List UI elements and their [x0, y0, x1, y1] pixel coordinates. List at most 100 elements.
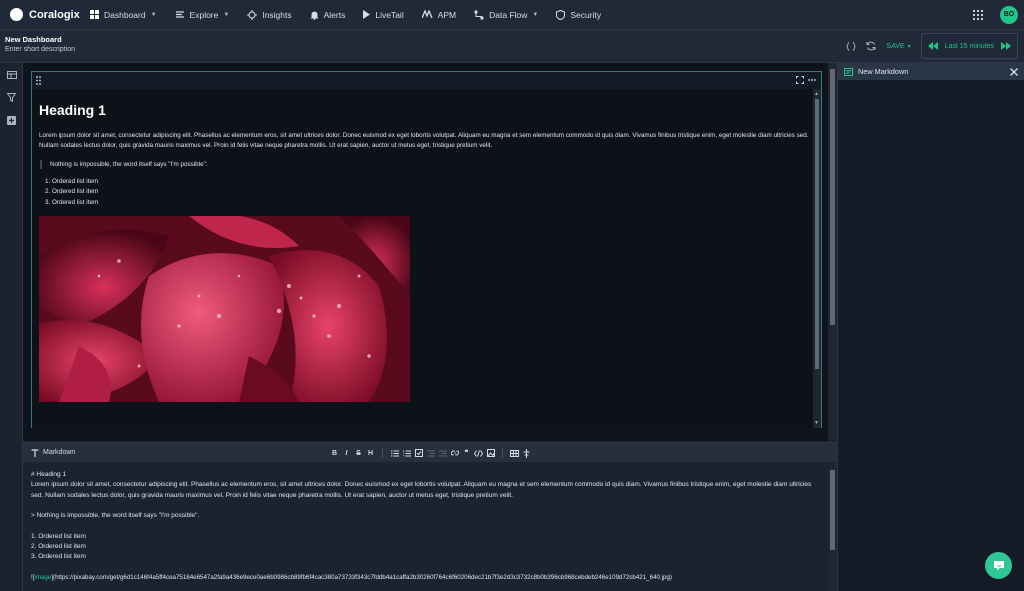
widget-scroll-thumb[interactable] — [815, 99, 819, 369]
nav-insights-label: Insights — [262, 9, 292, 20]
time-range-label: Last 15 minutes — [944, 42, 994, 50]
editor-scroll-thumb[interactable] — [830, 470, 835, 550]
nav-apm-label: APM — [437, 9, 457, 20]
italic-icon[interactable]: I — [342, 447, 351, 459]
checklist-icon[interactable] — [414, 447, 423, 459]
nav-dashboard[interactable]: Dashboard ▼ — [88, 0, 166, 30]
dashboard-title[interactable]: New Dashboard — [5, 35, 62, 44]
nav-insights[interactable]: Insights — [238, 0, 300, 30]
widget-scrollbar[interactable]: ▲ ▼ — [813, 89, 821, 428]
user-avatar[interactable]: BO — [1000, 5, 1018, 24]
editor-line-image: ![image](https://pixabay.com/get/g6d1c14… — [31, 573, 672, 581]
nav-alerts[interactable]: Alerts — [301, 0, 355, 30]
top-navigation: Coralogix Dashboard ▼ Explore ▼ Insights… — [0, 0, 1024, 30]
nav-livetail[interactable]: LiveTail — [354, 0, 412, 30]
nav-explore-label: Explore — [189, 9, 219, 20]
grid-icon — [90, 10, 99, 19]
toolbar-divider — [382, 448, 383, 458]
preview-paragraph: Lorem ipsum dolor sit amet, consectetur … — [39, 132, 809, 149]
time-range-picker[interactable]: Last 15 minutes — [920, 33, 1018, 59]
nav-dataflow-label: Data Flow — [489, 9, 528, 20]
dataflow-icon — [474, 9, 484, 20]
editor-line-quote: > Nothing is impossible, the word itself… — [31, 512, 200, 520]
list-item: 1. Ordered list item — [45, 177, 99, 185]
list-item: 3. Ordered list item — [45, 198, 99, 206]
code-braces-icon[interactable] — [846, 41, 857, 51]
dashboard-header: New Dashboard Enter short description SA… — [0, 30, 1024, 63]
brand-name: Coralogix — [29, 8, 80, 21]
add-widget-icon[interactable] — [0, 109, 23, 132]
chat-support-button[interactable] — [985, 552, 1012, 579]
save-button-label: SAVE — [886, 42, 905, 50]
editor-toolbar: Markdown B I S H ❞ — [23, 442, 837, 462]
drag-handle-icon[interactable] — [36, 76, 41, 85]
numbered-list-icon[interactable] — [402, 447, 411, 459]
dashboard-canvas: Heading 1 Lorem ipsum dolor sit amet, co… — [23, 63, 828, 441]
editor-scrollbar[interactable] — [828, 462, 837, 591]
image-url: ](https://pixabay.com/get/g6d1c146f4a5ff… — [51, 573, 672, 581]
play-icon — [363, 10, 371, 19]
image-insert-icon[interactable] — [486, 447, 495, 459]
close-icon[interactable] — [1010, 67, 1018, 76]
save-button[interactable]: SAVE ▾ — [886, 43, 910, 50]
widgets-icon[interactable] — [0, 63, 23, 86]
toolbar-divider — [502, 448, 503, 458]
nav-security-label: Security — [570, 9, 602, 20]
apm-icon — [421, 10, 433, 19]
markdown-widget-icon — [844, 67, 853, 76]
preview-rose-image — [39, 216, 410, 403]
scroll-down-icon[interactable]: ▼ — [814, 420, 819, 426]
table-icon[interactable] — [510, 447, 519, 459]
chat-icon — [993, 560, 1005, 571]
scroll-up-icon[interactable]: ▲ — [814, 91, 819, 97]
chevron-down-icon: ▼ — [223, 11, 230, 18]
editor-line-paragraph: Lorem ipsum dolor sit amet, consectetur … — [31, 481, 814, 499]
indent-icon[interactable] — [438, 447, 447, 459]
panel-header: New Markdown — [838, 63, 1024, 80]
apps-grid-icon[interactable] — [972, 9, 984, 21]
editor-line-list-1: 1. Ordered list item — [31, 532, 86, 540]
strikethrough-icon[interactable]: S — [354, 447, 363, 459]
dashboard-description[interactable]: Enter short description — [5, 46, 75, 53]
code-icon[interactable] — [474, 447, 483, 459]
panel-title[interactable]: New Markdown — [858, 67, 908, 76]
brand[interactable]: Coralogix — [0, 8, 88, 21]
refresh-icon[interactable] — [866, 41, 876, 51]
nav-apm[interactable]: APM — [413, 0, 465, 30]
editor-label: Markdown — [23, 448, 75, 457]
editor-line-list-2: 2. Ordered list item — [31, 543, 86, 551]
filter-icon[interactable] — [0, 86, 23, 109]
markdown-widget[interactable]: Heading 1 Lorem ipsum dolor sit amet, co… — [31, 71, 822, 428]
markdown-editor[interactable]: # Heading 1 Lorem ipsum dolor sit amet, … — [23, 462, 828, 591]
chevron-down-icon: ▼ — [150, 11, 157, 18]
insights-icon — [247, 9, 258, 20]
explore-icon — [175, 10, 185, 19]
bold-icon[interactable]: B — [330, 447, 339, 459]
align-center-icon[interactable] — [522, 447, 531, 459]
nav-dataflow[interactable]: Data Flow ▼ — [465, 0, 547, 30]
text-type-icon — [31, 448, 39, 457]
link-icon[interactable] — [450, 447, 459, 459]
nav-security[interactable]: Security — [547, 0, 610, 30]
heading-icon[interactable]: H — [366, 447, 375, 459]
preview-heading: Heading 1 — [39, 102, 106, 118]
outdent-icon[interactable] — [426, 447, 435, 459]
rewind-icon[interactable] — [927, 42, 938, 50]
canvas-scroll-thumb[interactable] — [830, 69, 835, 325]
widget-settings-panel: New Markdown — [837, 63, 1024, 591]
shield-icon — [556, 9, 566, 20]
left-rail — [0, 63, 23, 591]
chevron-down-icon: ▼ — [532, 11, 539, 18]
bullet-list-icon[interactable] — [390, 447, 399, 459]
coralogix-logo-icon — [10, 8, 23, 21]
fast-forward-icon[interactable] — [1001, 42, 1011, 50]
canvas-scrollbar[interactable] — [828, 63, 837, 441]
list-item: 2. Ordered list item — [45, 188, 99, 196]
preview-ordered-list: 1. Ordered list item 2. Ordered list ite… — [39, 177, 806, 209]
quote-icon[interactable]: ❞ — [462, 447, 471, 459]
more-options-icon[interactable] — [808, 79, 816, 81]
fullscreen-icon[interactable] — [796, 76, 804, 84]
nav-explore[interactable]: Explore ▼ — [166, 0, 239, 30]
chevron-down-icon: ▾ — [907, 43, 911, 50]
editor-line-heading: # Heading 1 — [31, 471, 67, 478]
